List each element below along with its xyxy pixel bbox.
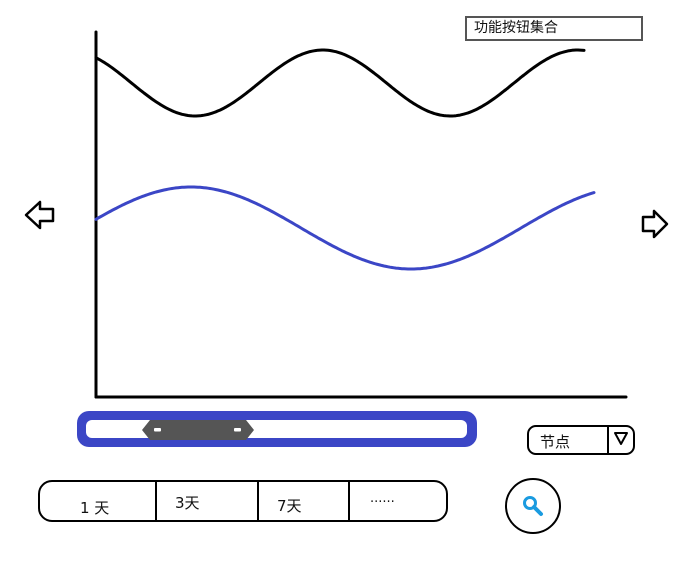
next-button[interactable]	[640, 207, 670, 245]
node-select-value: 节点	[540, 433, 571, 451]
arrow-right-icon	[641, 209, 669, 239]
range-slider-thumb[interactable]	[140, 417, 256, 447]
time-range-option-more[interactable]: ......	[350, 482, 446, 520]
time-range-option-1d[interactable]: 1 天	[40, 482, 156, 520]
series-line-1	[94, 48, 586, 118]
time-range-group: 1 天 3天 7天 ......	[38, 480, 448, 522]
time-range-option-7d[interactable]: 7天	[259, 482, 348, 520]
series-line-2	[94, 185, 596, 271]
range-handle-right[interactable]	[234, 428, 241, 432]
node-select-divider	[607, 427, 609, 453]
node-select[interactable]: 节点	[527, 425, 635, 455]
range-handle-left[interactable]	[154, 428, 161, 432]
prev-button[interactable]	[23, 199, 57, 235]
time-range-option-3d[interactable]: 3天	[157, 482, 257, 520]
arrow-left-icon	[24, 200, 55, 230]
search-button[interactable]	[505, 478, 561, 534]
triangle-down-icon[interactable]	[613, 431, 629, 447]
search-icon	[523, 496, 543, 516]
